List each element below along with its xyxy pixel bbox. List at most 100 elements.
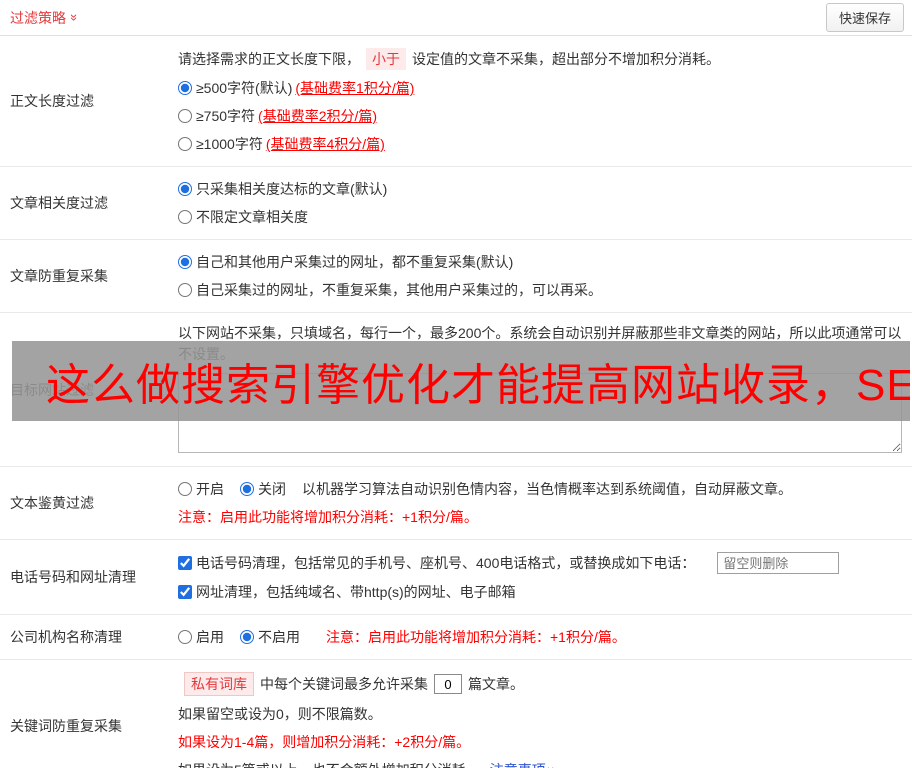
phone-clean-option[interactable]: 电话号码清理，包括常见的手机号、座机号、400电话格式，或替换成如下电话： [178,553,695,573]
less-than-highlight: 小于 [366,48,406,70]
porn-filter-description: 以机器学习算法自动识别色情内容，当色情概率达到系统阈值，自动屏蔽文章。 [302,479,792,499]
option-label: ≥500字符(默认) [196,78,292,98]
row-porn-filter: 文本鉴黄过滤 开启 关闭 以机器学习算法自动识别色情内容，当色情概率达到系统阈值… [0,467,912,540]
porn-filter-note: 注意：启用此功能将增加积分消耗：+1积分/篇。 [178,507,902,527]
relevance-option-row: 不限定文章相关度 [178,207,902,227]
option-label: 自己采集过的网址，不重复采集，其他用户采集过的，可以再采。 [196,280,602,300]
rate-note: (基础费率4积分/篇) [266,134,385,154]
bodylen-radio-1000[interactable] [178,137,192,151]
row-article-dedup: 文章防重复采集 自己和其他用户采集过的网址，都不重复采集(默认) 自己采集过的网… [0,240,912,313]
row-content: 开启 关闭 以机器学习算法自动识别色情内容，当色情概率达到系统阈值，自动屏蔽文章… [172,467,912,539]
keyword-limit-row: 私有词库 中每个关键词最多允许采集 篇文章。 [178,672,902,696]
filter-strategy-panel: 过滤策略 » 快速保存 正文长度过滤 请选择需求的正文长度下限， 小于 设定值的… [0,0,912,768]
company-option-off[interactable]: 不启用 [240,627,300,647]
porn-radio-on[interactable] [178,482,192,496]
dedup-option-self-only[interactable]: 自己采集过的网址，不重复采集，其他用户采集过的，可以再采。 [178,280,602,300]
dedup-option-all-users[interactable]: 自己和其他用户采集过的网址，都不重复采集(默认) [178,252,513,272]
company-radio-on[interactable] [178,630,192,644]
bodylen-option-500[interactable]: ≥500字符(默认) (基础费率1积分/篇) [178,78,414,98]
keyword-note-cost: 如果设为1-4篇，则增加积分消耗：+2积分/篇。 [178,732,902,752]
row-label: 公司机构名称清理 [0,615,172,659]
row-content: 私有词库 中每个关键词最多允许采集 篇文章。 如果留空或设为0，则不限篇数。 如… [172,660,912,768]
bodylen-radio-750[interactable] [178,109,192,123]
dedup-radio-all-users[interactable] [178,255,192,269]
option-label: 启用 [196,627,224,647]
dedup-option-row: 自己采集过的网址，不重复采集，其他用户采集过的，可以再采。 [178,280,902,300]
overlay-banner-text: 这么做搜索引擎优化才能提高网站收录，SE [12,349,910,413]
phone-clean-checkbox[interactable] [178,556,192,570]
row-keyword-dedup: 关键词防重复采集 私有词库 中每个关键词最多允许采集 篇文章。 如果留空或设为0… [0,660,912,768]
body-length-option-row: ≥750字符 (基础费率2积分/篇) [178,106,902,126]
body-length-intro: 请选择需求的正文长度下限， 小于 设定值的文章不采集，超出部分不增加积分消耗。 [178,48,902,70]
bodylen-option-1000[interactable]: ≥1000字符 (基础费率4积分/篇) [178,134,385,154]
porn-filter-option-row: 开启 关闭 以机器学习算法自动识别色情内容，当色情概率达到系统阈值，自动屏蔽文章… [178,479,902,499]
page-title[interactable]: 过滤策略 » [10,8,78,28]
rate-note: (基础费率1积分/篇) [295,78,414,98]
option-label: 关闭 [258,479,286,499]
keyword-note-five-row: 如果设为5篇或以上，也不会额外增加积分消耗。 注意事项 » [178,760,902,768]
porn-option-off[interactable]: 关闭 [240,479,286,499]
relevance-option-strict[interactable]: 只采集相关度达标的文章(默认) [178,179,387,199]
relevance-option-row: 只采集相关度达标的文章(默认) [178,179,902,199]
bodylen-radio-500[interactable] [178,81,192,95]
panel-header: 过滤策略 » 快速保存 [0,0,912,36]
row-body-length-filter: 正文长度过滤 请选择需求的正文长度下限， 小于 设定值的文章不采集，超出部分不增… [0,36,912,167]
row-label: 正文长度过滤 [0,36,172,166]
phone-clean-row: 电话号码清理，包括常见的手机号、座机号、400电话格式，或替换成如下电话： [178,552,902,574]
row-label: 文章相关度过滤 [0,167,172,239]
intro-text-after: 设定值的文章不采集，超出部分不增加积分消耗。 [412,49,720,69]
relevance-radio-any[interactable] [178,210,192,224]
quick-save-button[interactable]: 快速保存 [826,3,904,32]
row-content: 自己和其他用户采集过的网址，都不重复采集(默认) 自己采集过的网址，不重复采集，… [172,240,912,312]
row-content: 电话号码清理，包括常见的手机号、座机号、400电话格式，或替换成如下电话： 网址… [172,540,912,614]
option-label: 只采集相关度达标的文章(默认) [196,179,387,199]
company-clean-note: 注意：启用此功能将增加积分消耗：+1积分/篇。 [326,627,626,647]
row-label: 文本鉴黄过滤 [0,467,172,539]
option-label: 不启用 [258,627,300,647]
max-articles-input[interactable] [434,674,462,694]
company-radio-off[interactable] [240,630,254,644]
notice-link-label: 注意事项 [490,760,546,768]
option-label: ≥750字符 [196,106,255,126]
porn-radio-off[interactable] [240,482,254,496]
row-content: 请选择需求的正文长度下限， 小于 设定值的文章不采集，超出部分不增加积分消耗。 … [172,36,912,166]
page-title-label: 过滤策略 [10,8,66,28]
option-label: 电话号码清理，包括常见的手机号、座机号、400电话格式，或替换成如下电话： [196,553,695,573]
row-company-clean: 公司机构名称清理 启用 不启用 注意：启用此功能将增加积分消耗：+1积分/篇。 [0,615,912,660]
body-length-option-row: ≥500字符(默认) (基础费率1积分/篇) [178,78,902,98]
url-clean-checkbox[interactable] [178,585,192,599]
keyword-note-unlimited: 如果留空或设为0，则不限篇数。 [178,704,902,724]
row-relevance-filter: 文章相关度过滤 只采集相关度达标的文章(默认) 不限定文章相关度 [0,167,912,240]
url-clean-row: 网址清理，包括纯域名、带http(s)的网址、电子邮箱 [178,582,902,602]
bodylen-option-750[interactable]: ≥750字符 (基础费率2积分/篇) [178,106,377,126]
keyword-limit-text: 中每个关键词最多允许采集 [260,674,428,694]
option-label: 网址清理，包括纯域名、带http(s)的网址、电子邮箱 [196,582,516,602]
row-label: 关键词防重复采集 [0,660,172,768]
row-phone-url-clean: 电话号码和网址清理 电话号码清理，包括常见的手机号、座机号、400电话格式，或替… [0,540,912,615]
company-clean-option-row: 启用 不启用 注意：启用此功能将增加积分消耗：+1积分/篇。 [178,627,902,647]
overlay-banner: 这么做搜索引擎优化才能提高网站收录，SE [12,341,910,421]
replacement-phone-input[interactable] [717,552,839,574]
company-option-on[interactable]: 启用 [178,627,224,647]
option-label: 不限定文章相关度 [196,207,308,227]
option-label: 开启 [196,479,224,499]
row-label: 文章防重复采集 [0,240,172,312]
notice-link[interactable]: 注意事项 » [490,760,555,768]
private-lexicon-highlight: 私有词库 [184,672,254,696]
relevance-option-any[interactable]: 不限定文章相关度 [178,207,308,227]
chevron-down-icon: » [68,14,81,21]
option-label: 自己和其他用户采集过的网址，都不重复采集(默认) [196,252,513,272]
row-content: 启用 不启用 注意：启用此功能将增加积分消耗：+1积分/篇。 [172,615,912,659]
porn-option-on[interactable]: 开启 [178,479,224,499]
keyword-note-five: 如果设为5篇或以上，也不会额外增加积分消耗。 [178,760,480,768]
option-label: ≥1000字符 [196,134,263,154]
row-content: 只采集相关度达标的文章(默认) 不限定文章相关度 [172,167,912,239]
dedup-radio-self-only[interactable] [178,283,192,297]
relevance-radio-strict[interactable] [178,182,192,196]
body-length-option-row: ≥1000字符 (基础费率4积分/篇) [178,134,902,154]
row-label: 电话号码和网址清理 [0,540,172,614]
rate-note: (基础费率2积分/篇) [258,106,377,126]
keyword-limit-tail: 篇文章。 [468,674,524,694]
url-clean-option[interactable]: 网址清理，包括纯域名、带http(s)的网址、电子邮箱 [178,582,516,602]
intro-text-before: 请选择需求的正文长度下限， [178,49,360,69]
